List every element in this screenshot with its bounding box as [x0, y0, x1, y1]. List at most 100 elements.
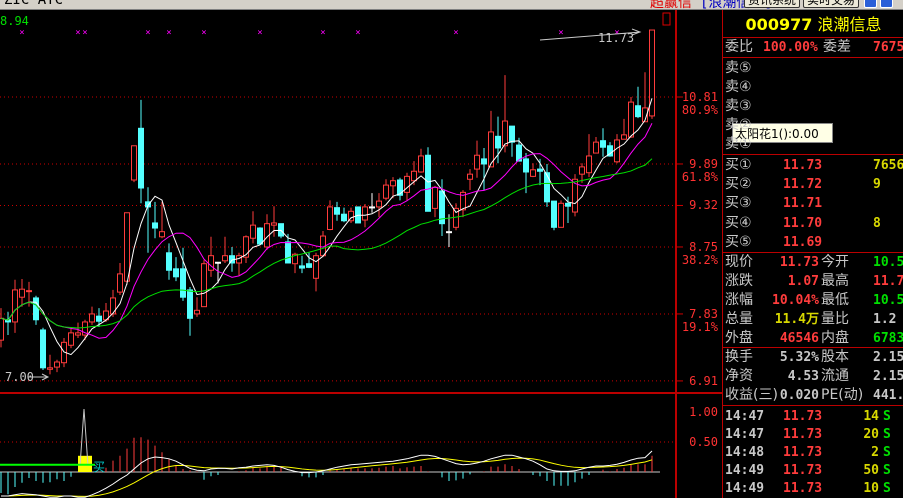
sell-level-label: 卖④ [725, 79, 752, 95]
candle-body [390, 180, 396, 187]
candle-body [334, 207, 340, 215]
price-axis-label: 9.89 61.8% [681, 157, 718, 184]
candle-body [152, 222, 158, 229]
fund-label: 股本 [821, 349, 849, 365]
max-price-label: 11.73 [598, 31, 635, 45]
quote-value: 11.73 [779, 255, 819, 270]
candle-body [201, 263, 207, 308]
fund-label: 流通 [821, 368, 849, 384]
price-axis-label: 8.75 38.2% [681, 239, 718, 267]
quote-label: 涨跌 [725, 273, 753, 289]
candle-body [327, 206, 333, 230]
quote-value: 46546 [779, 331, 819, 346]
candle-body [208, 255, 214, 271]
buy-price: 11.69 [783, 234, 823, 250]
candle-body [306, 263, 312, 268]
buy-volume: 9 [873, 177, 881, 193]
candle-body [579, 166, 585, 175]
price-value: 9.32 [689, 198, 718, 213]
tick-time: 14:47 [725, 409, 765, 424]
signal-marker: × [166, 28, 171, 38]
candle-body [75, 332, 81, 336]
candle-body [537, 168, 543, 172]
quote-label: 今开 [821, 254, 849, 270]
trade-button[interactable]: 实时交易 [803, 0, 860, 8]
fund-label: PE(动) [821, 387, 864, 403]
candle-body [600, 140, 606, 148]
quote-label: 最低 [821, 292, 849, 308]
candle-body [222, 255, 228, 262]
tick-side: S [883, 409, 891, 424]
price-value: 8.75 [689, 239, 718, 254]
buy-level-label: 买② [725, 176, 752, 193]
tick-volume: 10 [863, 481, 879, 496]
tick-side: S [883, 463, 891, 478]
fund-label: 净资 [725, 368, 753, 384]
sell-level-row: 卖① [723, 135, 903, 154]
maximize-button[interactable] [880, 0, 893, 8]
weibi-label: 委比 [725, 39, 753, 55]
weibi-value: 100.00% [763, 40, 818, 55]
candle-body [635, 105, 641, 118]
candle-body [131, 145, 137, 181]
fib-percent: 61.8% [681, 169, 718, 184]
quote-value: 10.5 [873, 293, 903, 308]
candle-body [285, 241, 291, 264]
fund-value: 2.15亿 [873, 369, 903, 384]
candle-body [299, 265, 305, 269]
candle-body [257, 227, 263, 245]
ma30-line [0, 158, 653, 329]
tick-volume: 2 [871, 445, 879, 460]
candle-body [271, 222, 277, 226]
tick-row: 14:47 11.73 20 S [723, 425, 903, 444]
sell-level-label: 卖② [725, 117, 752, 133]
fib-percent: 80.9% [681, 103, 718, 117]
buy-price: 11.70 [783, 215, 823, 231]
candle-body [565, 202, 571, 207]
quote-value: 6783 [873, 331, 903, 346]
tick-row: 14:49 11.73 10 S [723, 479, 903, 498]
window-title: 超赢信 [650, 0, 692, 10]
candle-body [509, 125, 515, 143]
fib-percent: 19.1% [681, 319, 718, 334]
candle-body [96, 315, 102, 322]
indicator-axis-label: 1.00 [689, 405, 718, 419]
ma10-line [0, 123, 653, 339]
minimize-button[interactable] [864, 0, 877, 8]
kline-chart[interactable]: × × × × × × × × × × × × [0, 10, 722, 498]
quote-label: 涨幅 [725, 292, 753, 308]
quote-value: 1.2 [873, 312, 897, 327]
candle-body [138, 127, 144, 189]
tick-time: 14:49 [725, 463, 765, 478]
candle-body [341, 213, 347, 222]
sell-level-label: 卖① [725, 136, 752, 152]
signal-marker: × [558, 28, 563, 38]
tick-price: 11.73 [783, 409, 823, 424]
quote-label: 外盘 [725, 330, 753, 346]
sell-level-row: 卖② [723, 116, 903, 135]
candle-body [33, 297, 39, 321]
candle-body [397, 179, 403, 196]
sell-level-label: 卖③ [725, 98, 752, 114]
fund-row: 换手 5.32%股本 2.15亿 [723, 348, 903, 367]
candle-body [187, 289, 193, 319]
weicha-label: 委差 [823, 39, 851, 55]
sell-level-row: 卖⑤ [723, 59, 903, 78]
quote-value: 11.7 [873, 274, 903, 289]
candle-body [278, 223, 284, 237]
tick-row: 14:48 11.73 2 S [723, 443, 903, 462]
candle-body [446, 231, 452, 234]
tick-side: S [883, 481, 891, 496]
quote-row: 外盘 46546 内盘 6783 [723, 329, 903, 348]
candle-body [215, 261, 221, 264]
candle-body [530, 169, 536, 177]
buy-level-label: 买④ [725, 214, 752, 231]
buy-signal-marker: 买 [93, 460, 106, 474]
tick-row: 14:47 11.73 14 S [723, 407, 903, 426]
info-system-button[interactable]: 资讯系统 [744, 0, 801, 8]
fib-percent: 38.2% [681, 252, 718, 267]
quote-label: 内盘 [821, 330, 849, 346]
candle-body [166, 252, 172, 271]
candle-body [369, 206, 375, 209]
quote-label: 量比 [821, 311, 849, 327]
